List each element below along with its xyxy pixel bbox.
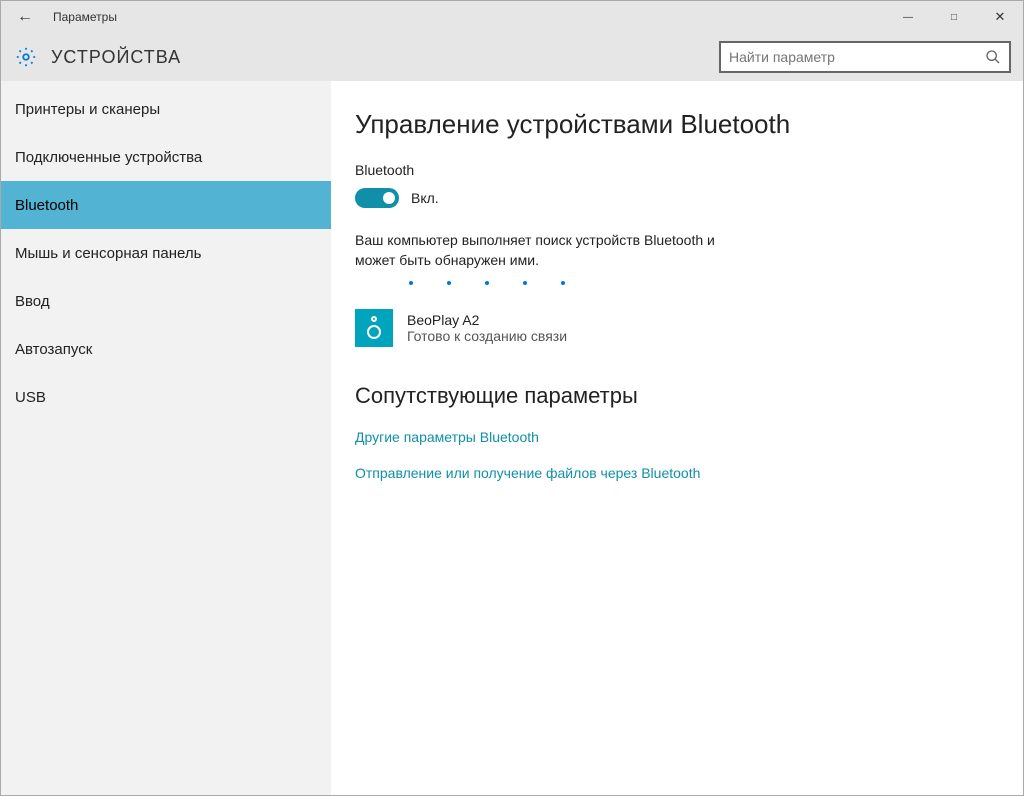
progress-dot [447,281,451,285]
sidebar-item-printers[interactable]: Принтеры и сканеры [1,85,331,133]
sidebar-item-autoplay[interactable]: Автозапуск [1,325,331,373]
sidebar-item-label: Ввод [15,293,50,310]
related-settings-title: Сопутствующие параметры [355,383,999,409]
gear-icon [15,46,37,68]
device-text: BeoPlay A2 Готово к созданию связи [407,312,567,344]
search-input[interactable] [729,49,985,65]
sidebar-item-bluetooth[interactable]: Bluetooth [1,181,331,229]
titlebar: ← Параметры ― □ ✕ [1,1,1023,33]
window-title: Параметры [53,10,117,24]
close-button[interactable]: ✕ [977,1,1023,33]
page-title: Управление устройствами Bluetooth [355,109,999,140]
minimize-icon: ― [903,12,913,23]
progress-dots [409,281,999,285]
device-name: BeoPlay A2 [407,312,567,328]
sidebar-item-mouse[interactable]: Мышь и сенсорная панель [1,229,331,277]
header-bar: УСТРОЙСТВА [1,33,1023,81]
progress-dot [561,281,565,285]
sidebar: Принтеры и сканеры Подключенные устройст… [1,81,331,795]
link-more-bluetooth-options[interactable]: Другие параметры Bluetooth [355,429,999,445]
arrow-left-icon: ← [17,8,33,26]
progress-dot [409,281,413,285]
bluetooth-device-item[interactable]: BeoPlay A2 Готово к созданию связи [355,309,999,347]
bluetooth-toggle-row: Вкл. [355,188,999,208]
content-pane: Управление устройствами Bluetooth Blueto… [331,81,1023,795]
bluetooth-toggle[interactable] [355,188,399,208]
sidebar-item-label: Bluetooth [15,197,78,214]
sidebar-item-typing[interactable]: Ввод [1,277,331,325]
sidebar-item-label: Автозапуск [15,341,92,358]
sidebar-item-connected-devices[interactable]: Подключенные устройства [1,133,331,181]
link-send-receive-files[interactable]: Отправление или получение файлов через B… [355,465,999,481]
sidebar-item-label: Мышь и сенсорная панель [15,245,201,262]
sidebar-item-label: Подключенные устройства [15,149,202,166]
toggle-knob [383,192,395,204]
progress-dot [485,281,489,285]
device-status: Готово к созданию связи [407,328,567,344]
search-box[interactable] [719,41,1011,73]
search-icon [985,49,1001,65]
window-body: Принтеры и сканеры Подключенные устройст… [1,81,1023,795]
sidebar-item-usb[interactable]: USB [1,373,331,421]
search-container [719,41,1011,73]
sidebar-item-label: USB [15,389,46,406]
maximize-button[interactable]: □ [931,1,977,33]
maximize-icon: □ [951,12,957,23]
header-title: УСТРОЙСТВА [51,47,181,68]
progress-dot [523,281,527,285]
bluetooth-toggle-state: Вкл. [411,190,439,206]
minimize-button[interactable]: ― [885,1,931,33]
settings-window: ← Параметры ― □ ✕ УСТРОЙСТВА [0,0,1024,796]
window-controls: ― □ ✕ [885,1,1023,33]
sidebar-item-label: Принтеры и сканеры [15,101,160,118]
close-icon: ✕ [995,9,1006,25]
speaker-icon [355,309,393,347]
bluetooth-status-text: Ваш компьютер выполняет поиск устройств … [355,230,755,271]
bluetooth-toggle-label: Bluetooth [355,162,999,178]
back-button[interactable]: ← [1,1,49,33]
